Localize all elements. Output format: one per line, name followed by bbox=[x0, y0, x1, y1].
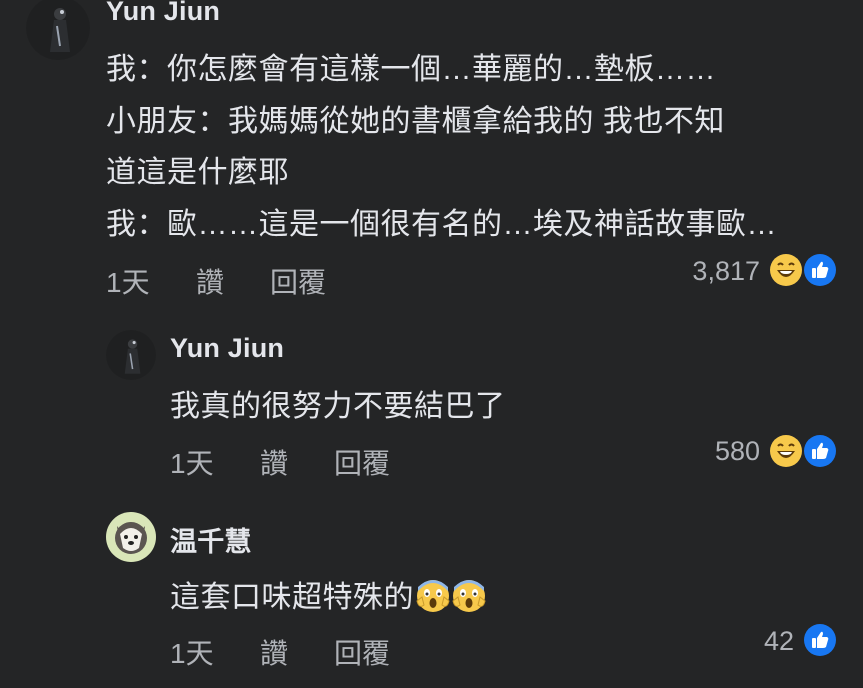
comment-timestamp[interactable]: 1天 bbox=[170, 442, 214, 482]
like-icon bbox=[802, 622, 838, 658]
comment-text-line: 我真的很努力不要結巴了 bbox=[170, 390, 506, 423]
like-icon bbox=[802, 252, 838, 288]
avatar-image bbox=[26, 0, 90, 60]
avatar-image bbox=[106, 512, 156, 562]
reaction-count[interactable]: 580 bbox=[660, 436, 760, 467]
comment-text: 這套口味超特殊的 bbox=[170, 572, 486, 616]
avatar[interactable] bbox=[106, 512, 156, 562]
avatar[interactable] bbox=[26, 0, 90, 60]
comment-text-line: 我：你怎麼會有這樣一個…華麗的…墊板…… bbox=[106, 53, 716, 86]
reply-button[interactable]: 回覆 bbox=[334, 442, 390, 482]
comment-author[interactable]: Yun Jiun bbox=[106, 0, 220, 27]
comment-timestamp[interactable]: 1天 bbox=[106, 261, 150, 301]
reply-button[interactable]: 回覆 bbox=[270, 261, 326, 301]
comment-text-line: 我：歐……這是一個很有名的…埃及神話故事歐… bbox=[106, 208, 777, 241]
comment-author[interactable]: Yun Jiun bbox=[170, 333, 284, 364]
like-button[interactable]: 讚 bbox=[196, 261, 224, 301]
laugh-emoji-icon bbox=[768, 433, 804, 469]
comment-text-line: 道這是什麼耶 bbox=[106, 156, 289, 189]
scream-emoji-icon bbox=[416, 579, 450, 613]
comment-timestamp[interactable]: 1天 bbox=[170, 632, 214, 672]
comment-thread: Yun Jiun 我：你怎麼會有這樣一個…華麗的…墊板…… 小朋友：我媽媽從她的… bbox=[0, 0, 863, 688]
reaction-count[interactable]: 3,817 bbox=[660, 256, 760, 287]
scream-emoji-icon bbox=[452, 579, 486, 613]
comment-text-line: 這套口味超特殊的 bbox=[170, 581, 414, 614]
laugh-emoji-icon bbox=[768, 252, 804, 288]
reaction-count[interactable]: 42 bbox=[694, 626, 794, 657]
like-button[interactable]: 讚 bbox=[260, 632, 288, 672]
like-button[interactable]: 讚 bbox=[260, 442, 288, 482]
comment-text-line: 小朋友：我媽媽從她的書櫃拿給我的 我也不知 bbox=[106, 105, 725, 138]
like-icon bbox=[802, 433, 838, 469]
avatar[interactable] bbox=[106, 330, 156, 380]
reply-button[interactable]: 回覆 bbox=[334, 632, 390, 672]
comment-author[interactable]: 温千慧 bbox=[170, 520, 252, 559]
avatar-image bbox=[106, 330, 156, 380]
